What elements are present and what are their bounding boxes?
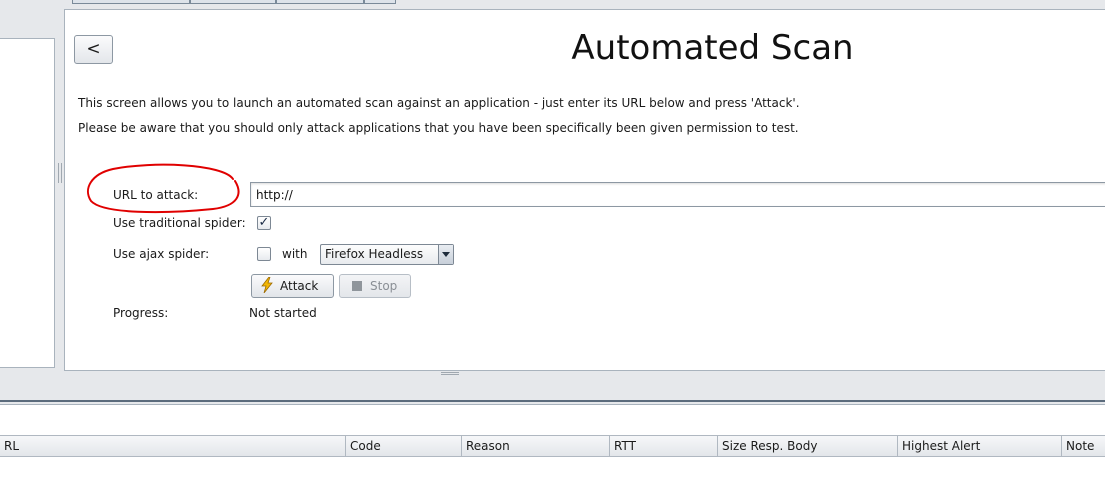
column-header-rtt[interactable]: RTT: [610, 436, 718, 456]
progress-label: Progress:: [113, 306, 169, 320]
tab-4[interactable]: [364, 0, 396, 4]
column-header-reason[interactable]: Reason: [462, 436, 610, 456]
url-to-attack-label: URL to attack:: [113, 188, 199, 202]
page-title: Automated Scan: [571, 28, 854, 68]
description-line-1: This screen allows you to launch an auto…: [78, 96, 800, 110]
attack-button[interactable]: Attack: [251, 274, 334, 298]
vertical-splitter-handle[interactable]: [58, 163, 62, 183]
results-table-header: RL Code Reason RTT Size Resp. Body Highe…: [0, 435, 1105, 457]
column-header-highest-alert[interactable]: Highest Alert: [898, 436, 1062, 456]
tab-1[interactable]: [72, 0, 190, 4]
column-header-url[interactable]: RL: [0, 436, 346, 456]
url-to-attack-input[interactable]: [250, 182, 1105, 207]
ajax-spider-label: Use ajax spider:: [113, 247, 210, 261]
attack-button-label: Attack: [280, 279, 319, 293]
browser-select-value: Firefox Headless: [325, 247, 424, 261]
top-tab-strip: [0, 0, 1105, 5]
with-label: with: [282, 247, 308, 261]
description-line-2: Please be aware that you should only att…: [78, 121, 799, 135]
tab-3[interactable]: [276, 0, 364, 4]
stop-button-label: Stop: [370, 279, 398, 293]
traditional-spider-checkbox[interactable]: ✓: [257, 216, 271, 230]
ajax-spider-checkbox[interactable]: [257, 247, 271, 261]
column-header-code[interactable]: Code: [346, 436, 462, 456]
chevron-down-icon[interactable]: [438, 245, 453, 264]
stop-square-icon: [352, 281, 362, 291]
progress-value: Not started: [249, 306, 317, 320]
column-header-note[interactable]: Note: [1062, 436, 1105, 456]
left-panel: [0, 38, 55, 368]
browser-select[interactable]: Firefox Headless: [320, 244, 454, 265]
horizontal-splitter-handle[interactable]: [441, 372, 459, 375]
bottom-panel-divider: [0, 400, 1105, 402]
automated-scan-panel: < Automated Scan This screen allows you …: [64, 9, 1105, 371]
lightning-bolt-icon: [260, 275, 276, 297]
traditional-spider-label: Use traditional spider:: [113, 216, 246, 230]
tab-2[interactable]: [190, 0, 276, 4]
column-header-size-resp-body[interactable]: Size Resp. Body: [718, 436, 898, 456]
stop-button[interactable]: Stop: [339, 274, 411, 298]
